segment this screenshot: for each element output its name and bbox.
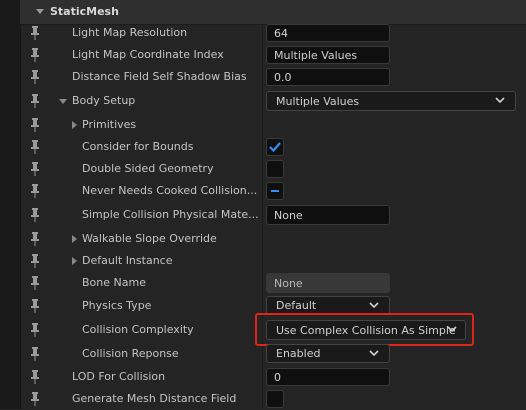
pin-icon[interactable]: [30, 276, 40, 290]
property-label: Distance Field Self Shadow Bias: [72, 70, 247, 83]
property-label: Body Setup: [72, 94, 136, 107]
property-label: Light Map Resolution: [72, 26, 188, 39]
row-body-setup: Body Setup Multiple Values: [20, 90, 526, 112]
property-label: Simple Collision Physical Mate...: [82, 208, 259, 221]
row-default-instance: Default Instance: [20, 250, 526, 272]
chevron-down-icon: [369, 301, 379, 309]
property-label: LOD For Collision: [72, 370, 166, 383]
distance-field-self-shadow-bias-input[interactable]: 0.0: [266, 68, 390, 86]
lod-for-collision-input[interactable]: 0: [266, 368, 390, 386]
row-simple-collision-physical-material: Simple Collision Physical Mate... None: [20, 204, 526, 226]
consider-for-bounds-checkbox[interactable]: [266, 138, 284, 156]
row-distance-field-self-shadow-bias: Distance Field Self Shadow Bias 0.0: [20, 66, 526, 88]
property-label: Never Needs Cooked Collision...: [82, 184, 258, 197]
row-primitives: Primitives: [20, 114, 526, 136]
expand-right-arrow-icon[interactable]: [72, 121, 77, 129]
chevron-down-icon: [369, 349, 379, 357]
pin-icon[interactable]: [30, 370, 40, 384]
row-lod-for-collision: LOD For Collision 0: [20, 366, 526, 388]
section-title: StaticMesh: [50, 5, 119, 18]
property-label: Bone Name: [82, 276, 146, 289]
row-generate-mesh-distance-field: Generate Mesh Distance Field: [20, 388, 526, 410]
expand-down-arrow-icon[interactable]: [59, 99, 67, 104]
annotation-highlight-box: [255, 313, 474, 346]
property-label: Collision Reponse: [82, 347, 179, 360]
pin-icon[interactable]: [30, 118, 40, 132]
bone-name-field: None: [266, 273, 390, 293]
expand-right-arrow-icon[interactable]: [72, 257, 77, 265]
property-label: Physics Type: [82, 299, 152, 312]
pin-icon[interactable]: [30, 26, 40, 40]
indeterminate-dash-icon: [271, 190, 279, 192]
left-gutter: [0, 0, 21, 409]
expand-right-arrow-icon[interactable]: [72, 235, 77, 243]
row-light-map-resolution: Light Map Resolution 64: [20, 22, 526, 44]
row-consider-for-bounds: Consider for Bounds: [20, 136, 526, 158]
pin-icon[interactable]: [30, 70, 40, 84]
light-map-resolution-input[interactable]: 64: [266, 24, 390, 42]
pin-icon[interactable]: [30, 392, 40, 406]
row-walkable-slope-override: Walkable Slope Override: [20, 228, 526, 250]
collapse-arrow-icon[interactable]: [36, 9, 44, 14]
chevron-down-icon: [495, 96, 505, 104]
never-needs-cooked-collision-checkbox[interactable]: [266, 182, 284, 200]
body-setup-dropdown[interactable]: Multiple Values: [266, 91, 516, 111]
row-double-sided-geometry: Double Sided Geometry: [20, 158, 526, 180]
pin-icon[interactable]: [30, 140, 40, 154]
property-label: Double Sided Geometry: [82, 162, 214, 175]
light-map-coordinate-index-input[interactable]: Multiple Values: [266, 46, 390, 64]
pin-icon[interactable]: [30, 323, 40, 337]
property-label: Collision Complexity: [82, 323, 194, 336]
property-label: Default Instance: [82, 254, 173, 267]
pin-icon[interactable]: [30, 347, 40, 361]
property-label: Generate Mesh Distance Field: [72, 392, 237, 405]
generate-mesh-distance-field-checkbox[interactable]: [266, 390, 284, 408]
pin-icon[interactable]: [30, 162, 40, 176]
row-collision-reponse: Collision Reponse Enabled: [20, 343, 526, 365]
pin-icon[interactable]: [30, 254, 40, 268]
pin-icon[interactable]: [30, 299, 40, 313]
pin-icon[interactable]: [30, 48, 40, 62]
row-never-needs-cooked-collision: Never Needs Cooked Collision...: [20, 180, 526, 202]
dropdown-value: Default: [276, 299, 317, 312]
double-sided-geometry-checkbox[interactable]: [266, 160, 284, 178]
pin-icon[interactable]: [30, 208, 40, 222]
pin-icon[interactable]: [30, 94, 40, 108]
physical-material-picker[interactable]: None: [266, 205, 390, 225]
row-light-map-coordinate-index: Light Map Coordinate Index Multiple Valu…: [20, 44, 526, 66]
collision-reponse-dropdown[interactable]: Enabled: [266, 344, 390, 363]
property-label: Light Map Coordinate Index: [72, 48, 224, 61]
dropdown-value: Enabled: [276, 347, 321, 360]
dropdown-value: Multiple Values: [276, 95, 360, 108]
property-label: Consider for Bounds: [82, 140, 194, 153]
property-label: Walkable Slope Override: [82, 232, 217, 245]
row-bone-name: Bone Name None: [20, 272, 526, 294]
property-label: Primitives: [82, 118, 137, 131]
checkmark-icon: [269, 142, 281, 153]
pin-icon[interactable]: [30, 184, 40, 198]
pin-icon[interactable]: [30, 232, 40, 246]
